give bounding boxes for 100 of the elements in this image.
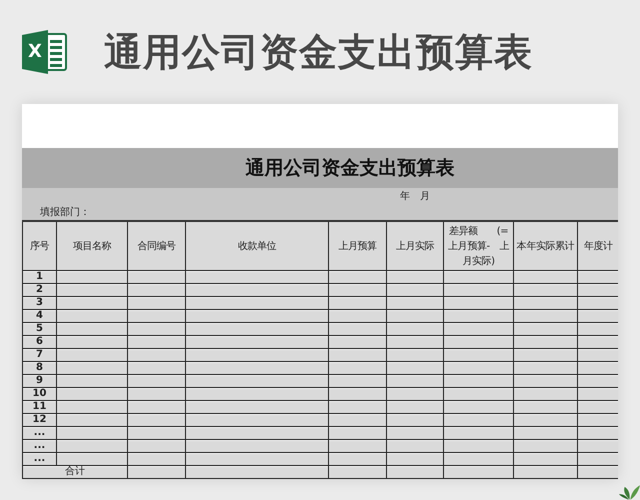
table-cell <box>56 322 128 336</box>
table-cell <box>56 414 128 426</box>
table-cell <box>128 374 186 388</box>
table-cell <box>386 296 444 310</box>
table-cell <box>386 310 444 322</box>
table-cell <box>386 348 444 362</box>
table-cell <box>444 426 514 440</box>
table-cell <box>56 336 128 348</box>
row-number-cell: 6 <box>22 336 56 348</box>
table-cell <box>444 374 514 388</box>
table-cell <box>328 466 386 478</box>
table-cell <box>328 296 386 310</box>
table-cell <box>514 336 578 348</box>
table-cell <box>128 414 186 426</box>
table-cell <box>56 440 128 452</box>
plant-drawing <box>619 485 640 500</box>
table-cell <box>444 388 514 400</box>
table-cell <box>514 466 578 478</box>
table-cell <box>444 348 514 362</box>
table-cell <box>128 270 186 284</box>
table-cell <box>386 362 444 374</box>
table-cell <box>328 426 386 440</box>
table-cell <box>56 374 128 388</box>
table-cell <box>444 452 514 466</box>
table-cell <box>514 270 578 284</box>
table-cell <box>328 414 386 426</box>
row-number-cell: ... <box>22 452 56 466</box>
table-cell <box>444 440 514 452</box>
table-cell <box>128 362 186 374</box>
table-cell <box>328 322 386 336</box>
row-number-cell: 8 <box>22 362 56 374</box>
row-number-cell: 11 <box>22 400 56 414</box>
table-cell <box>514 362 578 374</box>
table-cell <box>386 388 444 400</box>
table-cell <box>56 270 128 284</box>
table-cell <box>56 284 128 296</box>
row-number-cell: 5 <box>22 322 56 336</box>
row-number-cell: 4 <box>22 310 56 322</box>
column-header: 项目名称 <box>56 221 128 270</box>
table-cell <box>444 336 514 348</box>
table-cell <box>444 322 514 336</box>
page-heading: 通用公司资金支出预算表 <box>104 28 533 76</box>
table-cell <box>444 362 514 374</box>
table-cell <box>514 388 578 400</box>
table-cell <box>128 400 186 414</box>
table-cell <box>514 284 578 296</box>
column-header: 差异额 (=上月预算- 上月实际) <box>444 221 514 270</box>
table-cell <box>128 310 186 322</box>
table-cell <box>386 270 444 284</box>
table-cell <box>128 426 186 440</box>
table-cell <box>514 414 578 426</box>
table-cell <box>328 284 386 296</box>
table-cell <box>386 452 444 466</box>
table-cell <box>514 452 578 466</box>
row-number-cell: 10 <box>22 388 56 400</box>
table-cell <box>128 296 186 310</box>
row-number-cell: 9 <box>22 374 56 388</box>
table-cell <box>128 284 186 296</box>
row-number-cell: 1 <box>22 270 56 284</box>
column-header: 年度计 <box>578 221 618 270</box>
column-header: 上月实际 <box>386 221 444 270</box>
table-cell <box>128 452 186 466</box>
table-cell <box>444 270 514 284</box>
row-number-cell: ... <box>22 426 56 440</box>
table-cell <box>386 466 444 478</box>
table-cell <box>444 466 514 478</box>
department-label: 填报部门： <box>40 206 90 219</box>
table-cell <box>56 310 128 322</box>
table-cell <box>56 388 128 400</box>
table-cell <box>56 296 128 310</box>
table-cell <box>386 426 444 440</box>
row-number-cell: ... <box>22 440 56 452</box>
table-cell <box>386 374 444 388</box>
table-cell <box>386 400 444 414</box>
table-cell <box>386 440 444 452</box>
sheet-title: 通用公司资金支出预算表 <box>246 156 454 181</box>
table-cell <box>328 310 386 322</box>
table-cell <box>56 362 128 374</box>
table-cell <box>56 348 128 362</box>
column-header: 上月预算 <box>328 221 386 270</box>
period-label: 年 月 <box>400 190 430 203</box>
table-cell <box>56 426 128 440</box>
table-cell <box>444 310 514 322</box>
table-cell <box>328 388 386 400</box>
table-cell <box>514 348 578 362</box>
table-cell <box>444 400 514 414</box>
table-cell <box>328 270 386 284</box>
row-number-cell: 2 <box>22 284 56 296</box>
row-number-cell: 7 <box>22 348 56 362</box>
table-cell <box>386 284 444 296</box>
column-header: 收款单位 <box>186 221 328 270</box>
table-cell <box>514 322 578 336</box>
table-cell <box>128 322 186 336</box>
table-cell <box>386 336 444 348</box>
table-cell <box>328 336 386 348</box>
table-cell <box>514 310 578 322</box>
table-cell <box>328 440 386 452</box>
table-cell <box>328 348 386 362</box>
row-number-cell: 3 <box>22 296 56 310</box>
table-cell <box>514 426 578 440</box>
